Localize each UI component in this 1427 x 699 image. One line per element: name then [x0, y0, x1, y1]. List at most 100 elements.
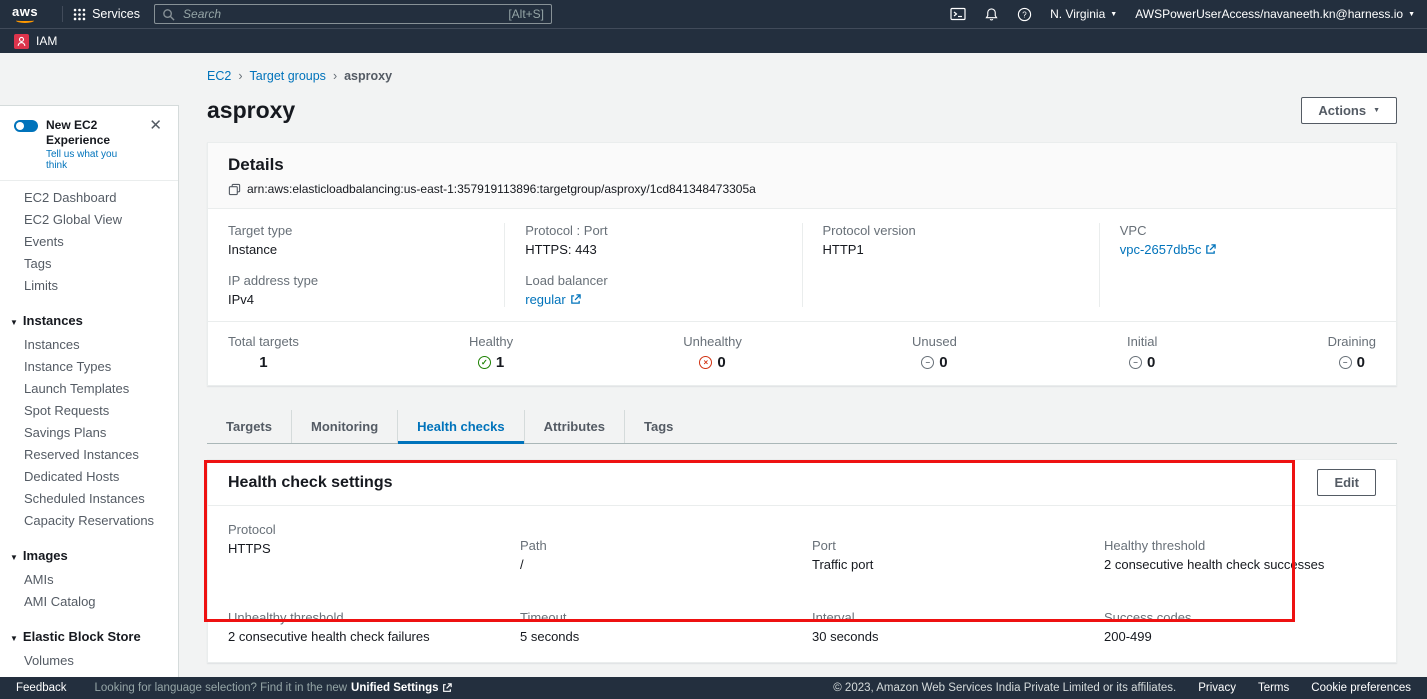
breadcrumb-ec2[interactable]: EC2 [207, 69, 231, 83]
notifications-bell-icon[interactable] [984, 7, 999, 22]
iam-shortcut[interactable]: IAM [36, 34, 57, 48]
stat-value: 1 [496, 354, 504, 371]
search-shortcut-hint: [Alt+S] [508, 7, 544, 21]
target-stat: Healthy ✓ 1 [469, 334, 513, 371]
tab[interactable]: Targets [207, 410, 291, 443]
region-selector[interactable]: N. Virginia ▼ [1050, 7, 1117, 21]
services-menu[interactable]: Services [73, 7, 140, 21]
details-column: Protocol version HTTP1 [802, 223, 1099, 307]
sidebar-item[interactable]: Dedicated Hosts [0, 466, 178, 488]
aws-logo[interactable]: aws [12, 6, 38, 23]
nav-divider [62, 6, 63, 22]
sidebar-item[interactable]: Capacity Reservations [0, 510, 178, 532]
sidebar-item-label: Capacity Reservations [24, 513, 154, 528]
sidebar-item[interactable]: ▼ Elastic Block Store [0, 626, 178, 650]
status-icon: × [699, 356, 712, 369]
page-title: asproxy [207, 96, 295, 124]
sidebar-item[interactable]: Limits [0, 275, 178, 297]
sidebar-item[interactable]: EC2 Global View [0, 209, 178, 231]
stat-value: 1 [259, 354, 267, 371]
stat-value: 0 [1147, 354, 1155, 371]
field-value[interactable]: vpc-2657db5c [1120, 242, 1202, 257]
sidebar-item[interactable]: Instances [0, 334, 178, 356]
new-experience-feedback-link[interactable]: Tell us what you think [46, 149, 137, 171]
field-label: Timeout [520, 610, 792, 625]
sidebar-item-label: Instances [24, 337, 80, 352]
sidebar-item[interactable]: Spot Requests [0, 400, 178, 422]
sidebar-item[interactable]: Instance Types [0, 356, 178, 378]
copy-arn-icon[interactable] [228, 183, 241, 196]
target-stat: Unused − 0 [912, 334, 957, 371]
field-value: 2 consecutive health check successes [1104, 557, 1376, 572]
edit-button[interactable]: Edit [1317, 469, 1376, 496]
close-icon[interactable]: ✕ [145, 117, 166, 135]
sidebar-item-label: Launch Templates [24, 381, 129, 396]
search-icon [162, 8, 175, 21]
cloudshell-icon[interactable] [950, 6, 966, 22]
details-panel: Details arn:aws:elasticloadbalancing:us-… [207, 142, 1397, 386]
stat-label: Draining [1328, 334, 1376, 349]
aws-smile-icon [16, 18, 34, 23]
stat-label: Total targets [228, 334, 299, 349]
sidebar-item-label: Images [23, 548, 68, 563]
target-health-summary: Total targets 1 Healthy ✓ 1 [208, 321, 1396, 385]
field-label: Interval [812, 610, 1084, 625]
sidebar-item[interactable]: EC2 Dashboard [0, 187, 178, 209]
sidebar-item-label: Elastic Block Store [23, 629, 141, 644]
tab[interactable]: Attributes [524, 410, 624, 443]
breadcrumb-target-groups[interactable]: Target groups [250, 69, 326, 83]
search-bar[interactable]: [Alt+S] [154, 4, 552, 24]
new-experience-title: New EC2 Experience [46, 118, 110, 147]
tab-bar: Targets Monitoring Health checks Attribu… [207, 410, 1397, 444]
new-experience-toggle[interactable] [14, 120, 38, 132]
sidebar-item[interactable]: Tags [0, 253, 178, 275]
health-check-field: Protocol HTTPS [228, 522, 500, 572]
detail-field: IP address type IPv4 [228, 273, 484, 307]
sidebar-item-label: Events [24, 234, 64, 249]
sidebar-item[interactable]: Snapshots [0, 672, 178, 677]
sidebar-item-label: Savings Plans [24, 425, 106, 440]
language-selection-note: Looking for language selection? Find it … [95, 682, 452, 694]
sidebar-item[interactable]: ▼Instances [0, 310, 178, 334]
breadcrumb-separator: › [238, 69, 242, 83]
status-icon: − [1339, 356, 1352, 369]
field-value: HTTPS: 443 [525, 242, 597, 257]
account-menu[interactable]: AWSPowerUserAccess/navaneeth.kn@harness.… [1135, 7, 1415, 21]
sidebar-item[interactable]: ▼Images [0, 545, 178, 569]
sidebar-item[interactable]: Launch Templates [0, 378, 178, 400]
field-label: Load balancer [525, 273, 781, 288]
terms-link[interactable]: Terms [1258, 682, 1289, 694]
privacy-link[interactable]: Privacy [1198, 682, 1236, 694]
tab[interactable]: Tags [624, 410, 692, 443]
sidebar: New EC2 Experience Tell us what you thin… [0, 53, 179, 677]
sidebar-item[interactable]: Scheduled Instances [0, 488, 178, 510]
sidebar-item[interactable]: AMIs [0, 569, 178, 591]
sidebar-item[interactable]: Events [0, 231, 178, 253]
detail-field: Protocol version HTTP1 [823, 223, 1079, 257]
unified-settings-link[interactable]: Unified Settings [351, 682, 452, 694]
field-value: Instance [228, 242, 277, 257]
section-caret-icon: ▼ [10, 634, 18, 643]
health-check-field: Port Traffic port [812, 538, 1084, 572]
field-label: Unhealthy threshold [228, 610, 500, 625]
sidebar-item-label: AMI Catalog [24, 594, 96, 609]
sidebar-item[interactable]: Savings Plans [0, 422, 178, 444]
sidebar-item[interactable]: Volumes [0, 650, 178, 672]
chevron-down-icon: ▼ [1408, 11, 1415, 18]
search-input[interactable] [181, 6, 502, 22]
cookie-preferences-link[interactable]: Cookie preferences [1311, 682, 1411, 694]
external-link-icon [1205, 244, 1216, 255]
help-icon[interactable]: ? [1017, 7, 1032, 22]
sidebar-item[interactable]: AMI Catalog [0, 591, 178, 613]
tab[interactable]: Health checks [397, 410, 523, 443]
details-column: Target type Instance IP address type IPv… [208, 223, 504, 307]
sidebar-item-label: EC2 Global View [24, 212, 122, 227]
feedback-link[interactable]: Feedback [16, 682, 67, 694]
actions-button[interactable]: Actions ▼ [1301, 97, 1397, 124]
sidebar-item[interactable]: Reserved Instances [0, 444, 178, 466]
tab[interactable]: Monitoring [291, 410, 397, 443]
console-footer: Feedback Looking for language selection?… [0, 677, 1427, 699]
stat-label: Healthy [469, 334, 513, 349]
field-value[interactable]: regular [525, 292, 565, 307]
sidebar-item-label: Limits [24, 278, 58, 293]
